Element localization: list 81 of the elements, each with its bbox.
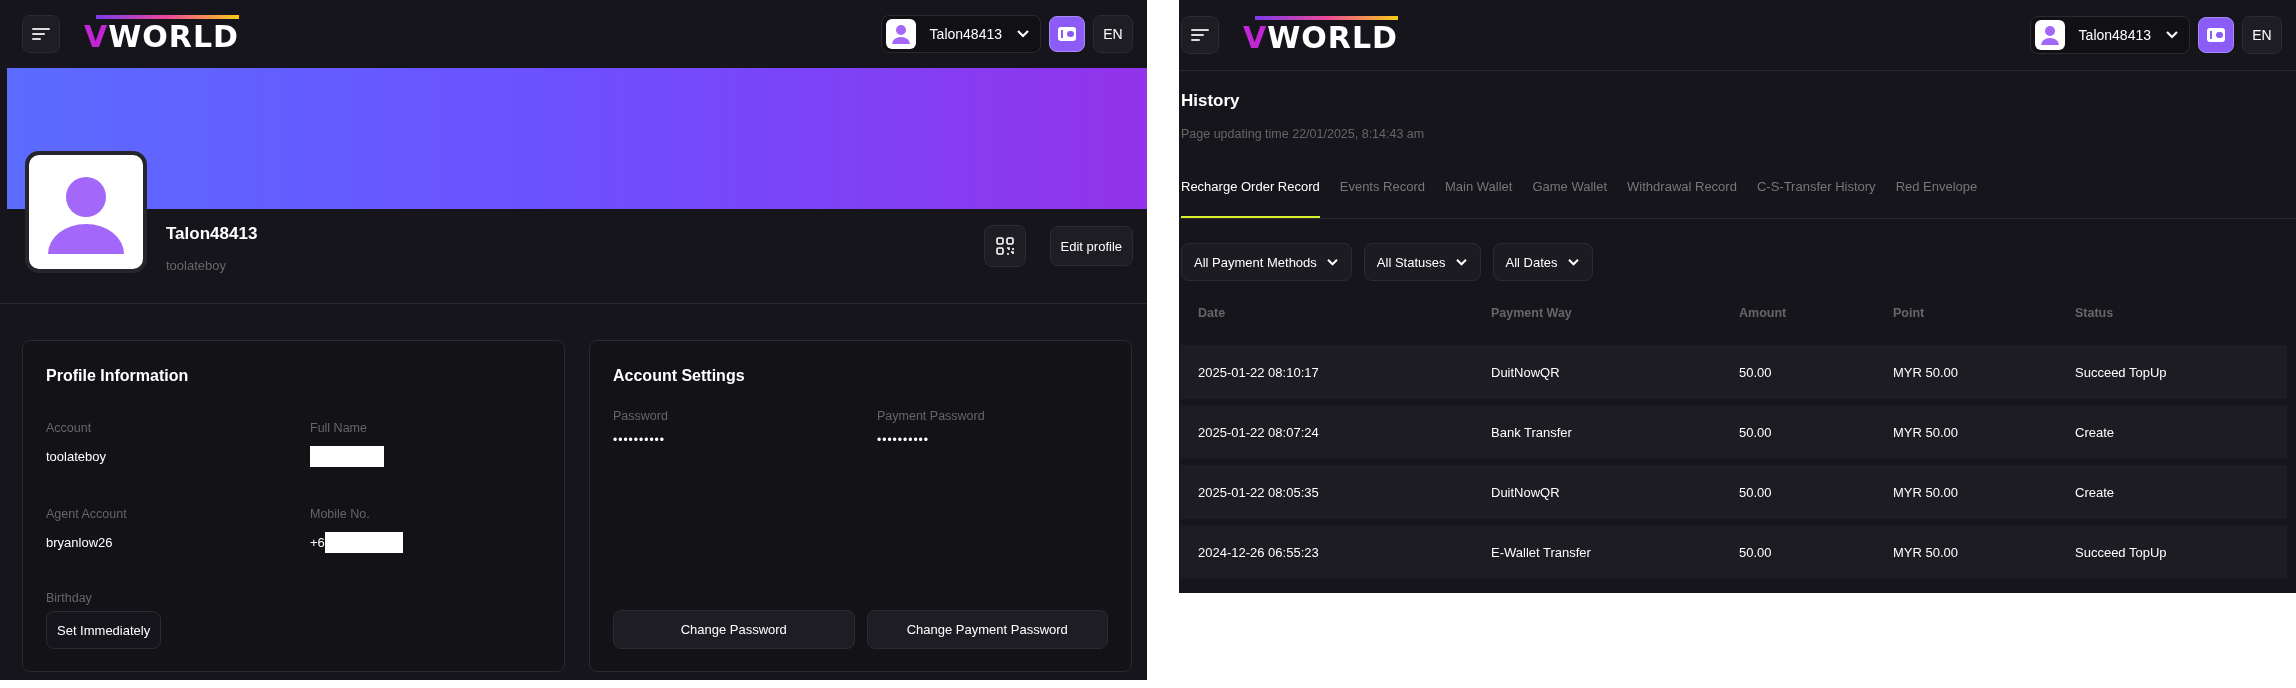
password-value: •••••••••• (613, 433, 666, 447)
avatar-icon (885, 19, 916, 49)
history-tab[interactable]: Recharge Order Record (1181, 167, 1320, 218)
card-title: Account Settings (613, 367, 745, 385)
column-header: Amount (1739, 306, 1788, 320)
logo[interactable]: VWORLD (1243, 15, 1398, 55)
table-cell-text: DuitNowQR (1491, 484, 1561, 500)
profile-name: Talon48413 (166, 223, 258, 244)
history-tab[interactable]: C-S-Transfer History (1756, 167, 1876, 218)
card-title: Profile Information (46, 367, 189, 385)
set-birthday-button[interactable]: Set Immediately (46, 611, 162, 649)
chevron-down-icon (1566, 257, 1580, 267)
wallet-icon (2206, 27, 2226, 43)
table-cell-text: Bank Transfer (1491, 424, 1573, 440)
table-cell-text: 2025-01-22 08:05:35 (1198, 484, 1320, 500)
menu-icon (32, 27, 50, 41)
change-password-button[interactable]: Change Payment Password (866, 610, 1108, 649)
language-button[interactable]: EN (1093, 15, 1133, 53)
table-cell-text: Succeed TopUp (2075, 544, 2168, 560)
table-cell-text: 50.00 (1739, 544, 1773, 560)
wallet-icon (1057, 26, 1077, 42)
history-tab[interactable]: Game Wallet (1532, 167, 1608, 218)
chevron-down-icon (1454, 257, 1468, 267)
table-cell-text: 50.00 (1739, 364, 1773, 380)
table-cell-text: 2025-01-22 08:10:17 (1198, 364, 1320, 380)
profile-username: toolateboy (166, 257, 227, 273)
table-cell-text: MYR 50.00 (1893, 484, 1960, 500)
column-header: Status (2075, 306, 2115, 320)
logo[interactable]: VWORLD (84, 14, 239, 54)
table-cell-text: E-Wallet Transfer (1491, 544, 1592, 560)
wallet-button[interactable] (2198, 17, 2234, 53)
table-cell-text: 50.00 (1739, 424, 1773, 440)
field-label: Agent Account (46, 507, 128, 521)
field-label: Password (613, 409, 669, 423)
table-cell-text: 50.00 (1739, 484, 1773, 500)
filter-dropdown[interactable]: All Dates (1492, 243, 1593, 281)
avatar-icon (2034, 20, 2065, 50)
table-cell-text: 2024-12-26 06:55:23 (1198, 544, 1320, 560)
field-value: bryanlow26 (46, 534, 113, 550)
field-label: Mobile No. (310, 507, 371, 521)
language-button[interactable]: EN (2242, 16, 2282, 54)
filter-dropdown[interactable]: All Statuses (1363, 243, 1481, 281)
table-cell-text: Succeed TopUp (2075, 364, 2168, 380)
chevron-down-icon (1016, 29, 1030, 39)
table-cell-text: MYR 50.00 (1893, 424, 1960, 440)
history-tab[interactable]: Red Envelope (1895, 167, 1978, 218)
user-menu-button[interactable]: Talon48413 (880, 15, 1041, 53)
change-password-button[interactable]: Change Password (613, 610, 855, 649)
table-cell-text: 2025-01-22 08:07:24 (1198, 424, 1320, 440)
chevron-down-icon (1325, 257, 1339, 267)
page-title: History (1181, 91, 1241, 111)
column-header: Point (1893, 306, 1926, 320)
history-tab[interactable]: Withdrawal Record (1627, 167, 1737, 218)
column-header: Date (1198, 306, 1227, 320)
column-header: Payment Way (1491, 306, 1573, 320)
menu-button[interactable] (1181, 16, 1219, 54)
table-cell-text: MYR 50.00 (1893, 544, 1960, 560)
table-cell-text: MYR 50.00 (1893, 364, 1960, 380)
user-menu-button[interactable]: Talon48413 (2029, 16, 2190, 54)
wallet-button[interactable] (1049, 16, 1085, 52)
history-tab[interactable]: Events Record (1339, 167, 1425, 218)
field-value: +6 (310, 534, 325, 550)
field-value: toolateboy (46, 448, 106, 464)
edit-profile-button[interactable]: Edit profile (1049, 226, 1133, 266)
qr-code-icon (994, 236, 1015, 256)
chevron-down-icon (2165, 30, 2179, 40)
history-tab[interactable]: Main Wallet (1445, 167, 1513, 218)
qr-code-button[interactable] (983, 225, 1026, 267)
menu-icon (1191, 28, 1209, 42)
menu-button[interactable] (22, 15, 60, 53)
update-time: Page updating time 22/01/2025, 8:14:43 am (1181, 127, 1426, 141)
field-label: Payment Password (877, 409, 986, 423)
field-label: Account (46, 421, 93, 435)
filter-dropdown[interactable]: All Payment Methods (1181, 243, 1352, 281)
table-cell-text: Create (2075, 484, 2116, 500)
table-cell-text: Create (2075, 424, 2116, 440)
password-value: •••••••••• (877, 433, 930, 447)
field-label: Birthday (46, 591, 92, 605)
table-cell-text: DuitNowQR (1491, 364, 1561, 380)
field-label: Full Name (310, 421, 368, 435)
avatar-icon (25, 151, 147, 273)
